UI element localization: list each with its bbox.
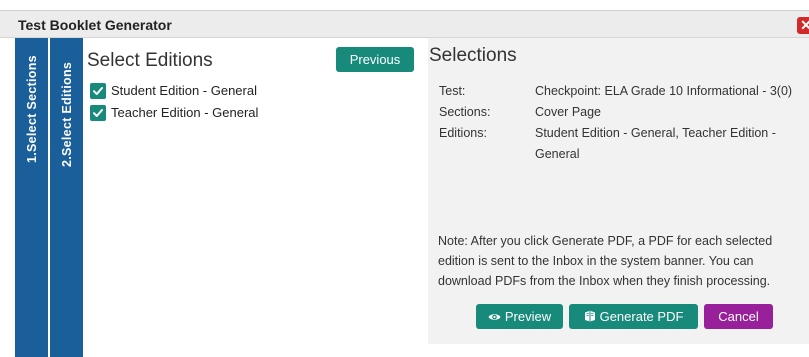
cancel-button[interactable]: Cancel [704, 304, 773, 329]
check-icon [93, 109, 103, 117]
selections-panel: Selections Test: Checkpoint: ELA Grade 1… [428, 38, 809, 344]
step-tab-label: 2.Select Editions [59, 61, 74, 167]
preview-button-label: Preview [504, 309, 552, 324]
dialog-titlebar: Test Booklet Generator ✕ [0, 10, 809, 38]
test-value: Checkpoint: ELA Grade 10 Informational -… [535, 84, 793, 98]
generate-pdf-button[interactable]: Generate PDF [569, 304, 698, 329]
step-tab-select-sections[interactable]: 1.Select Sections [15, 38, 48, 357]
close-button[interactable]: ✕ [797, 17, 809, 34]
step-tab-label: 1.Select Sections [24, 55, 39, 163]
edition-checkbox[interactable] [90, 83, 106, 99]
dialog-title: Test Booklet Generator [18, 17, 172, 33]
edition-label: Student Edition - General [111, 83, 257, 98]
book-icon [584, 310, 595, 322]
generate-pdf-note: Note: After you click Generate PDF, a PD… [438, 234, 773, 288]
test-label: Test: [439, 84, 466, 98]
editions-label: Editions: [439, 126, 487, 140]
edition-label: Teacher Edition - General [111, 105, 259, 120]
generate-pdf-button-label: Generate PDF [599, 309, 684, 324]
selections-heading: Selections [429, 45, 517, 66]
test-booklet-generator-dialog: Test Booklet Generator ✕ 1.Select Sectio… [0, 0, 809, 357]
sections-label: Sections: [439, 105, 491, 119]
close-icon: ✕ [800, 17, 809, 33]
eye-icon [488, 314, 501, 320]
check-icon [93, 87, 103, 95]
preview-button[interactable]: Preview [476, 304, 563, 329]
sections-value: Cover Page [535, 105, 602, 119]
edition-checkbox[interactable] [90, 105, 106, 121]
select-editions-panel: Select Editions Previous Student Edition… [84, 38, 418, 357]
step-tab-select-editions[interactable]: 2.Select Editions [50, 38, 83, 357]
select-editions-heading: Select Editions [87, 50, 213, 71]
editions-value: Student Edition - General, Teacher Editi… [535, 126, 776, 161]
previous-button[interactable]: Previous [336, 47, 414, 72]
